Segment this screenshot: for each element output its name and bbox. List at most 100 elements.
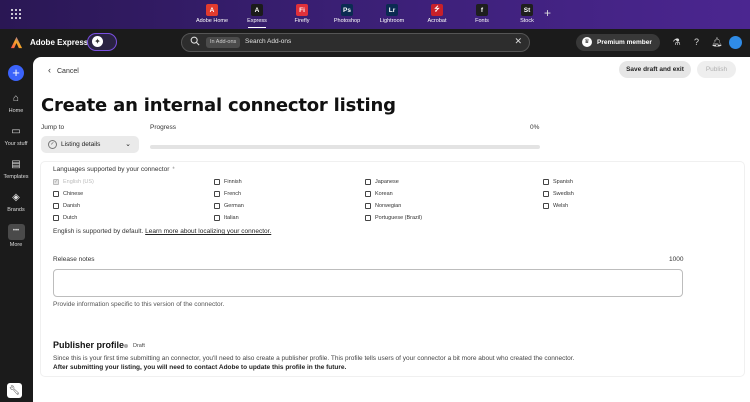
app-switcher-bar: A Adobe Home A Express Fi Firefly Ps Photoshop L… (0, 0, 750, 29)
language-label: Japanese (375, 179, 399, 185)
search-bar[interactable]: In Add-ons Search Add-ons ✕ (181, 33, 530, 52)
progress-bar (150, 145, 540, 149)
language-label: Italian (224, 215, 239, 221)
localization-learn-more-link[interactable]: Learn more about localizing your connect… (145, 228, 271, 235)
app-photoshop[interactable]: Ps Photoshop (325, 2, 369, 29)
save-draft-button[interactable]: Save draft and exit (619, 61, 691, 78)
language-label: Norwegian (375, 203, 402, 209)
release-notes-label: Release notes (53, 256, 95, 263)
search-icon (190, 36, 200, 46)
language-label: Portuguese (Brazil) (375, 215, 423, 221)
search-input[interactable]: Search Add-ons (245, 38, 291, 45)
checkbox-box[interactable] (53, 191, 59, 197)
app-acrobat[interactable]: ⭍ Acrobat (415, 2, 459, 29)
checkbox-box[interactable] (365, 191, 371, 197)
release-notes-input[interactable] (53, 269, 683, 297)
add-app-icon[interactable]: + (544, 6, 551, 20)
checkbox-box[interactable] (365, 179, 371, 185)
app-firefly[interactable]: Fi Firefly (280, 2, 324, 29)
checkbox-box[interactable] (543, 203, 549, 209)
app-label: Firefly (294, 18, 310, 24)
acrobat-icon: ⭍ (431, 4, 443, 16)
language-label: Chinese (63, 191, 84, 197)
check-circle-icon: ✓ (48, 140, 57, 149)
publisher-status-badge: Draft (124, 343, 145, 349)
fonts-icon: f (476, 4, 488, 16)
app-fonts[interactable]: f Fonts (460, 2, 504, 29)
app-label: Photoshop (333, 18, 361, 24)
rail-item-home[interactable]: ⌂ Home (0, 92, 32, 114)
rail-item-your-stuff[interactable]: ▭ Your stuff (0, 125, 32, 147)
help-icon[interactable]: ? (691, 37, 702, 48)
language-label: Korean (375, 191, 393, 197)
templates-icon: ▤ (11, 159, 21, 170)
release-notes-char-limit: 1000 (669, 256, 684, 263)
sparkle-icon: ✦ (92, 36, 103, 47)
crown-icon: ♛ (582, 37, 592, 47)
listing-form: Languages supported by your connector * ✓… (41, 162, 744, 376)
rail-item-templates[interactable]: ▤ Templates (0, 158, 32, 180)
language-label: Dutch (63, 215, 78, 221)
app-lightroom[interactable]: Lr Lightroom (370, 2, 414, 29)
language-label: Finnish (224, 179, 242, 185)
app-stock[interactable]: St Stock (505, 2, 549, 29)
language-label: Welsh (553, 203, 569, 209)
checkbox-box[interactable] (214, 203, 220, 209)
publisher-profile-description: Since this is your first time submitting… (53, 355, 575, 362)
premium-member-button[interactable]: ♛ Premium member (576, 34, 660, 51)
rail-item-brands[interactable]: ◈ Brands (0, 191, 32, 213)
languages-label: Languages supported by your connector * (53, 166, 175, 173)
search-scope-chip[interactable]: In Add-ons (206, 37, 241, 48)
languages-note: English is supported by default. Learn m… (53, 228, 272, 235)
app-label: Lightroom (379, 18, 405, 24)
bell-icon[interactable]: 🔔︎ (711, 37, 722, 48)
checkbox-box[interactable] (214, 215, 220, 221)
rail-item-more[interactable]: ••• More (0, 224, 32, 248)
chevron-left-icon: ‹ (48, 65, 51, 75)
jump-to-select[interactable]: ✓ Listing details ⌄ (41, 136, 139, 153)
photoshop-icon: Ps (341, 4, 353, 16)
app-adobe-home[interactable]: A Adobe Home (190, 2, 234, 29)
brand-name: Adobe Express (30, 38, 89, 47)
progress-percent: 0% (530, 124, 540, 131)
rail-item-label: Your stuff (4, 141, 28, 147)
app-label: Adobe Home (195, 18, 229, 24)
checkbox-box[interactable] (214, 179, 220, 185)
premium-label: Premium member (597, 39, 652, 46)
publisher-profile-note: After submitting your listing, you will … (53, 364, 347, 371)
required-mark: * (172, 167, 175, 173)
language-label: English (US) (63, 179, 94, 185)
brand-icon: ◈ (12, 192, 20, 203)
publisher-profile-title: Publisher profile (53, 340, 125, 350)
checkbox-box[interactable] (365, 203, 371, 209)
language-label: French (224, 191, 242, 197)
adobe-express-logo-icon[interactable] (10, 36, 23, 49)
ai-assistant-toggle[interactable]: ✦ (87, 33, 117, 51)
chevron-down-icon: ⌄ (125, 141, 131, 148)
release-notes-help: Provide information specific to this ver… (53, 301, 225, 308)
rail-item-label: More (9, 242, 23, 248)
checkbox-box[interactable] (543, 179, 549, 185)
language-label: Swedish (553, 191, 574, 197)
publish-button[interactable]: Publish (697, 61, 736, 78)
app-express[interactable]: A Express (235, 2, 279, 29)
create-new-button[interactable]: + (8, 65, 24, 81)
user-avatar[interactable] (729, 36, 742, 49)
checkbox-box[interactable] (53, 203, 59, 209)
developer-tools-icon[interactable]: 🔧︎ (7, 383, 22, 398)
flask-icon[interactable]: ⚗ (671, 37, 682, 48)
folder-icon: ▭ (11, 126, 21, 137)
cancel-link[interactable]: ‹ Cancel (48, 65, 79, 75)
app-grid-icon[interactable] (11, 9, 21, 19)
app-label: Express (247, 18, 267, 24)
checkbox-box[interactable] (53, 215, 59, 221)
checkbox-box[interactable] (543, 191, 549, 197)
progress-label: Progress (150, 124, 177, 131)
app-label: Stock (520, 18, 534, 24)
checkbox-box[interactable] (365, 215, 371, 221)
checkbox-box[interactable] (214, 191, 220, 197)
page-title: Create an internal connector listing (41, 95, 396, 116)
lightroom-icon: Lr (386, 4, 398, 16)
rail-item-label: Home (8, 108, 24, 114)
clear-search-icon[interactable]: ✕ (514, 36, 522, 47)
